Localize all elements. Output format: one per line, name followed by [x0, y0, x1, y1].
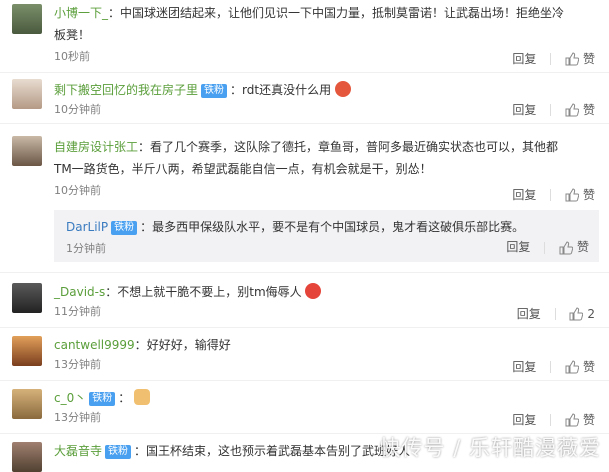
- fan-badge: 铁粉: [89, 392, 116, 406]
- comment-content-cont: 板凳！: [54, 28, 91, 42]
- comment-item: cantwell9999：好好好，输得好 13分钟前 回复 赞: [0, 328, 609, 381]
- comment-username[interactable]: 剩下搬空回忆的我在房子里: [54, 83, 198, 97]
- comment-content: 中国球迷团结起来，让他们见识一下中国力量，抵制莫雷诺！让武磊出场！拒绝坐冷: [120, 6, 565, 20]
- reply-button[interactable]: 回复: [512, 411, 536, 428]
- like-button[interactable]: 赞: [565, 358, 595, 375]
- comment-item: _David-s：不想上就干脆不要上，别tm侮辱人 11分钟前 回复 2: [0, 273, 609, 328]
- comment-item: 小博一下_：中国球迷团结起来，让他们见识一下中国力量，抵制莫雷诺！让武磊出场！拒…: [0, 0, 609, 73]
- like-button[interactable]: 赞: [565, 411, 595, 428]
- fan-badge: 铁粉: [201, 84, 228, 98]
- divider: [550, 52, 552, 65]
- comment-item: 自建房设计张工：看了几个赛季，这队除了德托，章鱼哥，普阿多最近确实状态也可以，其…: [0, 124, 609, 273]
- divider: [544, 241, 546, 254]
- fan-badge: 铁粉: [111, 221, 138, 235]
- reply-box: DarLilP 铁粉 ：最多西甲保级队水平，要不是有个中国球员，鬼才看这破俱乐部比赛…: [54, 210, 599, 262]
- avatar[interactable]: [12, 79, 42, 109]
- comment-actions: 回复 赞: [512, 50, 595, 67]
- comment-username[interactable]: 小博一下_: [54, 6, 108, 20]
- avatar[interactable]: [12, 336, 42, 366]
- comment-actions: 回复 赞: [512, 186, 595, 203]
- comment-time: 11分钟前: [54, 305, 101, 318]
- avatar[interactable]: [12, 283, 42, 313]
- comment-text: 自建房设计张工：看了几个赛季，这队除了德托，章鱼哥，普阿多最近确实状态也可以，其…: [54, 140, 559, 154]
- comment-actions: 回复 赞: [512, 101, 595, 118]
- thumb-up-icon: [565, 102, 579, 116]
- like-button[interactable]: 2: [569, 306, 595, 321]
- thumb-up-icon: [565, 51, 579, 65]
- like-label: 赞: [582, 188, 595, 202]
- divider: [550, 413, 552, 426]
- reply-time: 1分钟前: [66, 242, 106, 255]
- comment-text: _David-s：不想上就干脆不要上，别tm侮辱人: [54, 281, 595, 303]
- comment-text: cantwell9999：好好好，输得好: [54, 338, 231, 352]
- reply-content: 最多西甲保级队水平，要不是有个中国球员，鬼才看这破俱乐部比赛。: [152, 220, 525, 234]
- comment-username[interactable]: cantwell9999: [54, 338, 135, 352]
- doge-emoji-icon: [134, 389, 151, 405]
- avatar[interactable]: [12, 389, 42, 419]
- avatar[interactable]: [12, 136, 42, 166]
- comment-actions: 回复 赞: [512, 411, 595, 428]
- reply-button[interactable]: 回复: [512, 101, 536, 118]
- comment-username[interactable]: 大磊音寺: [54, 444, 102, 458]
- reply-button[interactable]: 回复: [512, 50, 536, 67]
- comment-content: 好好好，输得好: [146, 338, 231, 352]
- divider: [550, 360, 552, 373]
- thumb-up-icon: [559, 240, 573, 254]
- watermark: 快传号 / 乐轩酷漫薇爱: [379, 436, 601, 460]
- divider: [550, 188, 552, 201]
- thumb-up-icon: [565, 412, 579, 426]
- comment-actions: 回复 赞: [512, 358, 595, 375]
- reply-button[interactable]: 回复: [512, 186, 536, 203]
- thumb-up-icon: [565, 187, 579, 201]
- divider: [554, 307, 556, 320]
- like-label: 赞: [582, 103, 595, 117]
- comment-content-cont: TM一路货色，半斤八两，希望武磊能自信一点，有机会就是干，别怂！: [54, 162, 432, 176]
- comment-username[interactable]: c_0丶: [54, 391, 86, 405]
- like-label: 赞: [582, 360, 595, 374]
- comment-actions: 回复 2: [517, 305, 595, 322]
- reply-username[interactable]: DarLilP: [66, 220, 108, 234]
- like-button[interactable]: 赞: [565, 101, 595, 118]
- comment-content: 看了几个赛季，这队除了德托，章鱼哥，普阿多最近确实状态也可以，其他都: [150, 140, 559, 154]
- comment-text: 小博一下_：中国球迷团结起来，让他们见识一下中国力量，抵制莫雷诺！让武磊出场！拒…: [54, 6, 565, 20]
- like-label: 赞: [582, 52, 595, 66]
- reply-button[interactable]: 回复: [506, 240, 530, 254]
- thumb-up-icon: [569, 307, 584, 321]
- comment-content: rdt还真没什么用: [242, 83, 332, 97]
- divider: [550, 103, 552, 116]
- reply-actions: 回复 赞: [506, 238, 589, 255]
- reply-text: DarLilP 铁粉 ：最多西甲保级队水平，要不是有个中国球员，鬼才看这破俱乐部比赛…: [66, 220, 525, 235]
- comment-text: c_0丶 铁粉：: [54, 387, 595, 409]
- like-button[interactable]: 赞: [565, 186, 595, 203]
- fan-badge: 铁粉: [105, 445, 132, 459]
- avatar[interactable]: [12, 4, 42, 34]
- comment-content: 不想上就干脆不要上，别tm侮辱人: [117, 285, 302, 299]
- comment-item: 剩下搬空回忆的我在房子里 铁粉 ：rdt还真没什么用 10分钟前 回复 赞: [0, 73, 609, 124]
- reply-button[interactable]: 回复: [512, 358, 536, 375]
- emoji-icon: [334, 81, 351, 97]
- reply-button[interactable]: 回复: [517, 305, 541, 322]
- comment-item: c_0丶 铁粉： 13分钟前 回复 赞: [0, 381, 609, 434]
- like-count: 2: [587, 306, 595, 321]
- comment-username[interactable]: 自建房设计张工: [54, 140, 138, 154]
- thumb-up-icon: [565, 359, 579, 373]
- like-label: 赞: [582, 413, 595, 427]
- angry-emoji-icon: [305, 283, 322, 299]
- like-label: 赞: [576, 240, 589, 254]
- comment-content: 国王杯结束，这也预示着武磊基本告别了武班好人: [146, 444, 411, 458]
- comment-text: 剩下搬空回忆的我在房子里 铁粉 ：rdt还真没什么用: [54, 79, 595, 101]
- comment-username[interactable]: _David-s: [54, 285, 105, 299]
- like-button[interactable]: 赞: [559, 240, 589, 254]
- like-button[interactable]: 赞: [565, 50, 595, 67]
